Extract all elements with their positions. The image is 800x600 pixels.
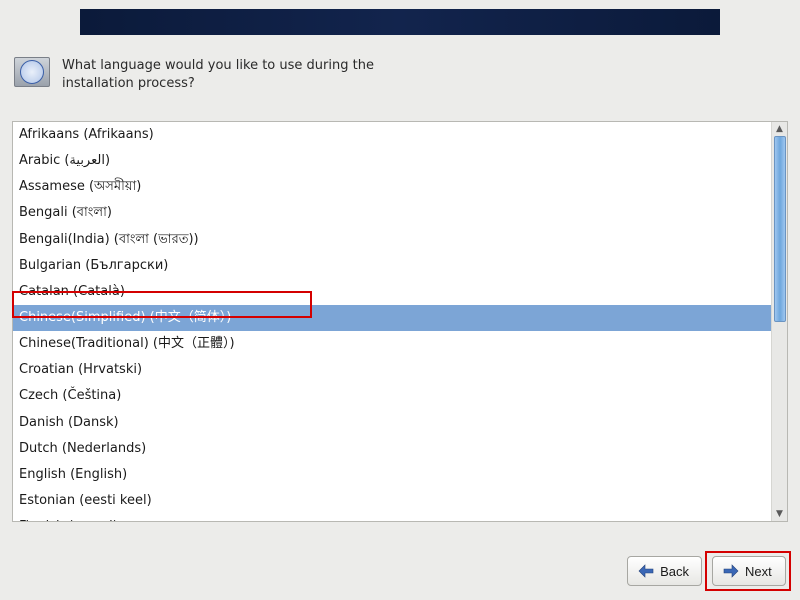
list-item[interactable]: Dutch (Nederlands)	[13, 436, 771, 462]
back-button[interactable]: Back	[627, 556, 702, 586]
list-item[interactable]: Croatian (Hrvatski)	[13, 357, 771, 383]
back-button-label: Back	[660, 564, 689, 579]
next-button-label: Next	[745, 564, 772, 579]
scrollbar[interactable]: ▲ ▼	[771, 122, 787, 521]
globe-flag-icon	[14, 57, 50, 87]
list-item[interactable]: Chinese(Traditional) (中文（正體）)	[13, 331, 771, 357]
scroll-thumb[interactable]	[774, 136, 786, 322]
list-item[interactable]: Estonian (eesti keel)	[13, 488, 771, 514]
list-item[interactable]: Chinese(Simplified) (中文（简体）)	[13, 305, 771, 331]
arrow-left-icon	[638, 564, 654, 578]
prompt-text: What language would you like to use duri…	[62, 57, 422, 92]
language-listbox[interactable]: Afrikaans (Afrikaans)Arabic (العربية)Ass…	[12, 121, 788, 522]
list-item[interactable]: Czech (Čeština)	[13, 383, 771, 409]
list-item[interactable]: Danish (Dansk)	[13, 410, 771, 436]
next-button[interactable]: Next	[712, 556, 786, 586]
list-item[interactable]: Afrikaans (Afrikaans)	[13, 122, 771, 148]
list-item[interactable]: Arabic (العربية)	[13, 148, 771, 174]
header-banner	[80, 9, 720, 35]
button-row: Back Next	[627, 556, 786, 586]
list-item[interactable]: Finnish (suomi)	[13, 514, 771, 521]
list-item[interactable]: Catalan (Català)	[13, 279, 771, 305]
list-item[interactable]: Assamese (অসমীয়া)	[13, 174, 771, 200]
list-item[interactable]: English (English)	[13, 462, 771, 488]
list-item[interactable]: Bengali(India) (বাংলা (ভারত))	[13, 227, 771, 253]
prompt-row: What language would you like to use duri…	[14, 57, 422, 92]
arrow-right-icon	[723, 564, 739, 578]
list-item[interactable]: Bengali (বাংলা)	[13, 200, 771, 226]
list-item[interactable]: Bulgarian (Български)	[13, 253, 771, 279]
scroll-down-icon[interactable]: ▼	[772, 507, 787, 521]
scroll-up-icon[interactable]: ▲	[772, 122, 787, 136]
